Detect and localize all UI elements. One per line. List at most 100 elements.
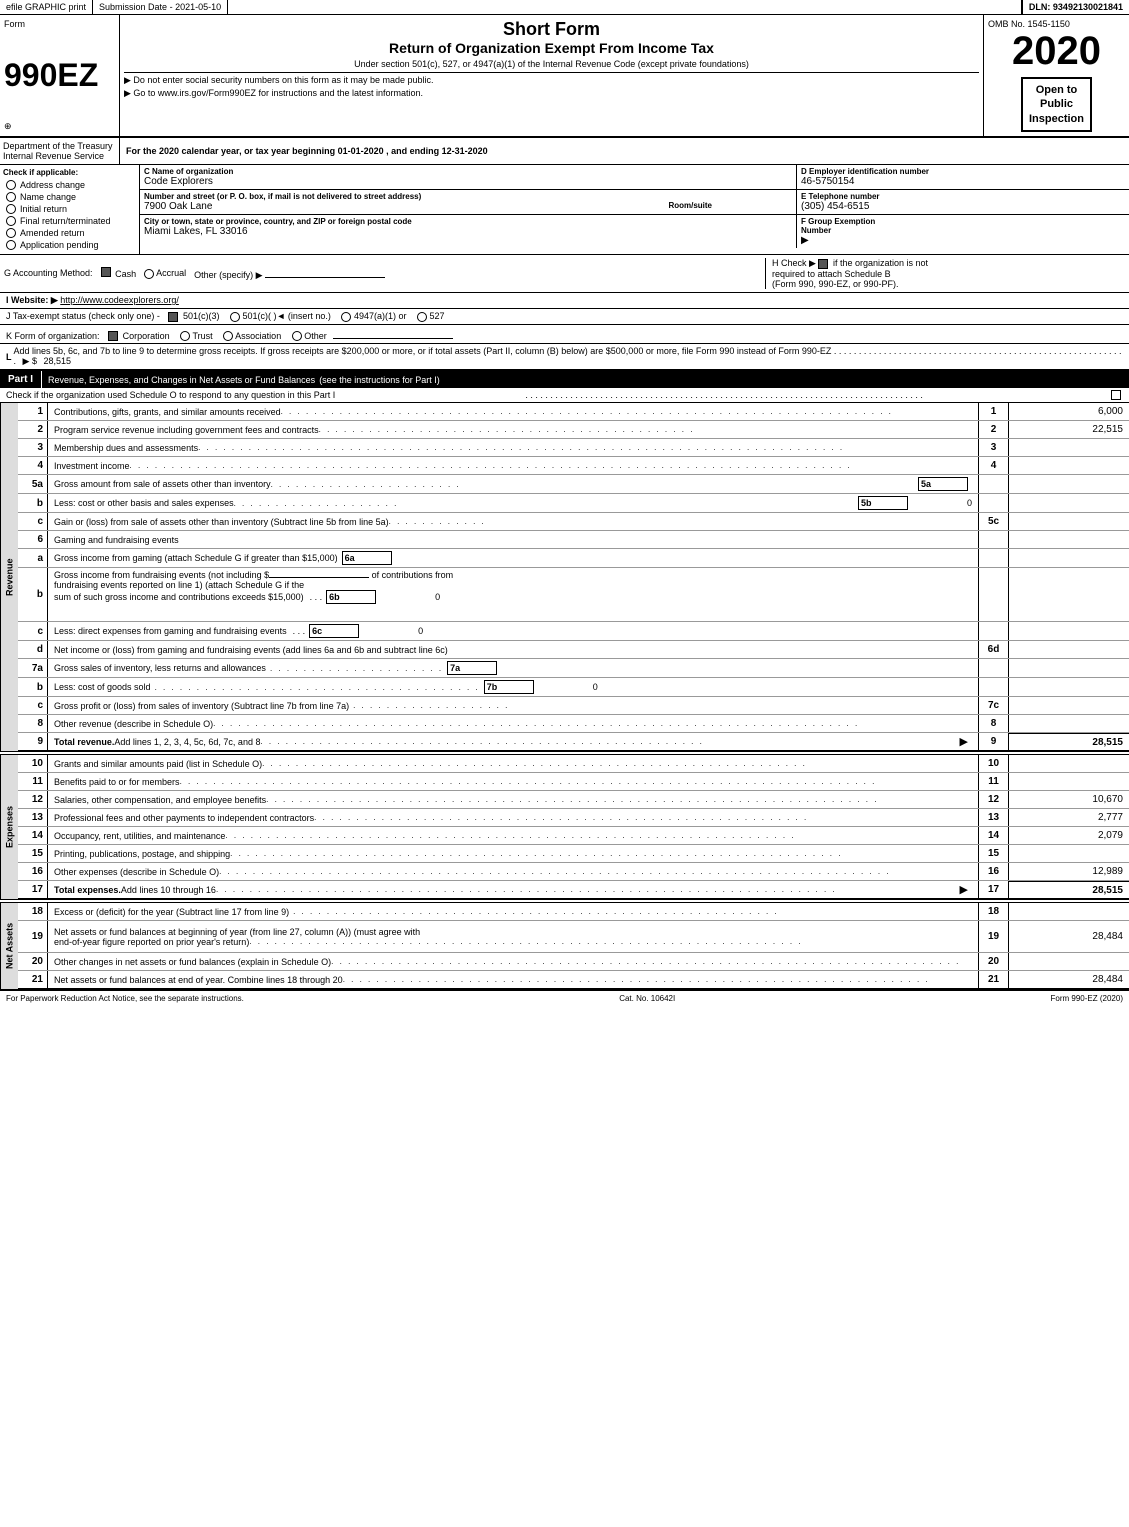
row-num-5a: 5a	[18, 475, 48, 493]
linenum-12: 12	[979, 791, 1009, 808]
accounting-block: G Accounting Method: Cash Accrual Other …	[4, 258, 765, 289]
value-11	[1009, 773, 1129, 790]
expenses-row-16: 16 Other expenses (describe in Schedule …	[18, 863, 1129, 881]
other-org-field[interactable]	[333, 327, 453, 339]
row-desc-7c: Gross profit or (loss) from sales of inv…	[48, 697, 979, 714]
row-num-15: 15	[18, 845, 48, 862]
row-num-14: 14	[18, 827, 48, 844]
org-info-block: C Name of organization Code Explorers D …	[140, 165, 1129, 254]
row-desc-8: Other revenue (describe in Schedule O) .…	[48, 715, 979, 732]
website-row: I Website: ▶ http://www.codeexplorers.or…	[0, 293, 1129, 309]
linenum-5c: 5c	[979, 513, 1009, 530]
501c3-checkbox[interactable]	[168, 312, 178, 322]
revenue-row-1: 1 Contributions, gifts, grants, and simi…	[18, 403, 1129, 421]
row-desc-5a: Gross amount from sale of assets other t…	[48, 475, 979, 493]
501c-option[interactable]: 501(c)( )◄ (insert no.)	[230, 311, 333, 321]
linenum-6a	[979, 549, 1009, 567]
revenue-section: Revenue 1 Contributions, gifts, grants, …	[0, 403, 1129, 751]
corp-option[interactable]: Corporation	[108, 331, 172, 341]
value-18	[1009, 903, 1129, 920]
form-number-block: Form 990EZ ⊕	[0, 15, 120, 136]
linenum-10: 10	[979, 755, 1009, 772]
row-num-18: 18	[18, 903, 48, 920]
501c-radio[interactable]	[230, 312, 240, 322]
6c-box: 6c	[309, 624, 359, 638]
under-section: Under section 501(c), 527, or 4947(a)(1)…	[124, 59, 979, 69]
check-name[interactable]: Name change	[3, 191, 136, 203]
row-num-6: 6	[18, 531, 48, 548]
revenue-row-9: 9 Total revenue. Add lines 1, 2, 3, 4, 5…	[18, 733, 1129, 751]
revenue-row-6d: d Net income or (loss) from gaming and f…	[18, 641, 1129, 659]
form-header: Form 990EZ ⊕ Short Form Return of Organi…	[0, 15, 1129, 137]
check-address[interactable]: Address change	[3, 179, 136, 191]
city-label: City or town, state or province, country…	[144, 217, 792, 226]
part-i-label: Part I	[0, 371, 42, 388]
assoc-radio[interactable]	[223, 331, 233, 341]
linenum-21: 21	[979, 971, 1009, 988]
other-specify-field[interactable]	[265, 266, 385, 278]
accrual-option[interactable]: Accrual	[144, 268, 186, 279]
trust-option[interactable]: Trust	[180, 331, 215, 341]
row-desc-6b: Gross income from fundraising events (no…	[48, 568, 979, 621]
accrual-radio[interactable]	[144, 269, 154, 279]
org-street-row: Number and street (or P. O. box, if mail…	[140, 190, 1129, 215]
value-21: 28,484	[1009, 971, 1129, 988]
row-desc-17: Total expenses. Add lines 10 through 16 …	[48, 881, 979, 898]
row-desc-9: Total revenue. Add lines 1, 2, 3, 4, 5c,…	[48, 733, 979, 750]
expenses-row-13: 13 Professional fees and other payments …	[18, 809, 1129, 827]
schedule-o-checkbox[interactable]	[1111, 390, 1121, 400]
expenses-row-10: 10 Grants and similar amounts paid (list…	[18, 755, 1129, 773]
h-checkbox[interactable]	[818, 259, 828, 269]
527-radio[interactable]	[417, 312, 427, 322]
org-city-row: City or town, state or province, country…	[140, 215, 1129, 248]
row-desc-6a: Gross income from gaming (attach Schedul…	[48, 549, 979, 567]
top-bar: efile GRAPHIC print Submission Date - 20…	[0, 0, 1129, 15]
page-footer: For Paperwork Reduction Act Notice, see …	[0, 989, 1129, 1006]
row-desc-2: Program service revenue including govern…	[48, 421, 979, 438]
row-desc-6: Gaming and fundraising events	[48, 531, 979, 548]
cash-checkbox[interactable]	[101, 267, 111, 277]
check-pending[interactable]: Application pending	[3, 239, 136, 251]
row-num-1: 1	[18, 403, 48, 420]
value-2: 22,515	[1009, 421, 1129, 438]
net-assets-side-label: Net Assets	[0, 903, 18, 989]
row-desc-6d: Net income or (loss) from gaming and fun…	[48, 641, 979, 658]
row-num-16: 16	[18, 863, 48, 880]
check-amended[interactable]: Amended return	[3, 227, 136, 239]
4947-radio[interactable]	[341, 312, 351, 322]
line-l-letter: L	[6, 352, 12, 362]
linenum-17: 17	[979, 881, 1009, 898]
expenses-row-12: 12 Salaries, other compensation, and emp…	[18, 791, 1129, 809]
row-num-8: 8	[18, 715, 48, 732]
value-17: 28,515	[1009, 881, 1129, 898]
4947-option[interactable]: 4947(a)(1) or	[341, 311, 409, 321]
form-sub: ⊕	[4, 121, 115, 132]
row-desc-16: Other expenses (describe in Schedule O) …	[48, 863, 979, 880]
accounting-label: G Accounting Method:	[4, 268, 93, 278]
form-org-row: K Form of organization: Corporation Trus…	[0, 325, 1129, 345]
form-label: Form	[4, 19, 115, 29]
527-option[interactable]: 527	[417, 311, 445, 321]
assoc-option[interactable]: Association	[223, 331, 284, 341]
group-exempt-cell: F Group ExemptionNumber ▶	[797, 215, 1129, 248]
go-to: ▶ Go to www.irs.gov/Form990EZ for instru…	[124, 88, 979, 99]
other-org-radio[interactable]	[292, 331, 302, 341]
cash-option[interactable]: Cash	[101, 267, 137, 279]
501c3-option[interactable]: 501(c)(3)	[168, 311, 222, 321]
expenses-rows: 10 Grants and similar amounts paid (list…	[18, 755, 1129, 899]
linenum-9: 9	[979, 733, 1009, 750]
trust-radio[interactable]	[180, 331, 190, 341]
7a-box: 7a	[447, 661, 497, 675]
revenue-row-7c: c Gross profit or (loss) from sales of i…	[18, 697, 1129, 715]
linenum-16: 16	[979, 863, 1009, 880]
value-6b	[1009, 568, 1129, 621]
corp-checkbox[interactable]	[108, 331, 118, 341]
5a-box: 5a	[918, 477, 968, 491]
check-initial[interactable]: Initial return	[3, 203, 136, 215]
net-row-18: 18 Excess or (deficit) for the year (Sub…	[18, 903, 1129, 921]
check-final[interactable]: Final return/terminated	[3, 215, 136, 227]
other-org-option[interactable]: Other	[292, 331, 454, 341]
website-label: I Website: ▶	[6, 295, 58, 305]
phone-label: E Telephone number	[801, 192, 1125, 201]
ein-value: 46-5750154	[801, 176, 1125, 187]
